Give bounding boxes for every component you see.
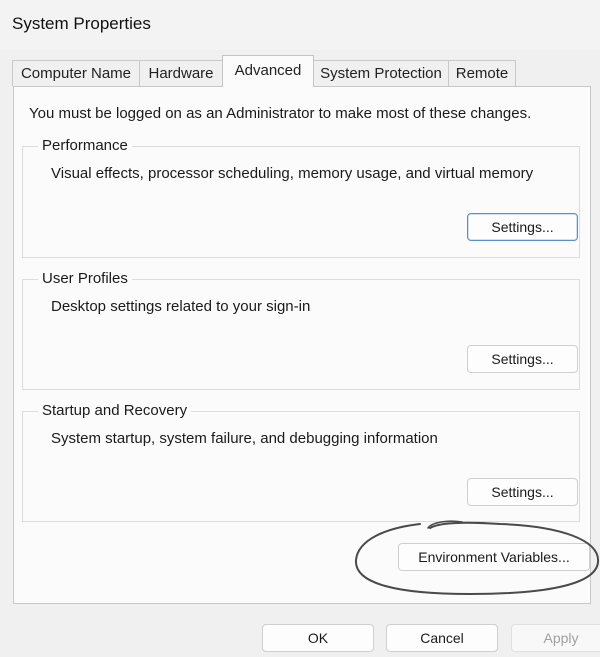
cancel-button[interactable]: Cancel [386, 624, 498, 652]
apply-button[interactable]: Apply [511, 624, 600, 652]
startup-recovery-group-title: Startup and Recovery [38, 402, 192, 419]
ok-button[interactable]: OK [262, 624, 374, 652]
environment-variables-button[interactable]: Environment Variables... [398, 543, 590, 571]
tab-hardware[interactable]: Hardware [139, 60, 223, 86]
performance-settings-button[interactable]: Settings... [467, 213, 578, 241]
dialog-footer: OK Cancel Apply [0, 610, 600, 657]
tab-advanced[interactable]: Advanced [222, 55, 314, 87]
user-profiles-description: Desktop settings related to your sign-in [51, 298, 311, 315]
startup-recovery-description: System startup, system failure, and debu… [51, 430, 438, 447]
performance-group [22, 146, 580, 258]
admin-note: You must be logged on as an Administrato… [29, 105, 532, 122]
title-bar: System Properties [0, 0, 600, 50]
performance-description: Visual effects, processor scheduling, me… [51, 165, 534, 182]
startup-recovery-settings-button[interactable]: Settings... [467, 478, 578, 506]
user-profiles-settings-button[interactable]: Settings... [467, 345, 578, 373]
performance-group-title: Performance [38, 137, 132, 154]
user-profiles-group-title: User Profiles [38, 270, 132, 287]
user-profiles-group [22, 279, 580, 390]
tab-computer-name[interactable]: Computer Name [12, 60, 140, 86]
window-title: System Properties [12, 14, 151, 33]
tab-system-protection[interactable]: System Protection [313, 60, 449, 86]
tab-remote[interactable]: Remote [448, 60, 516, 86]
